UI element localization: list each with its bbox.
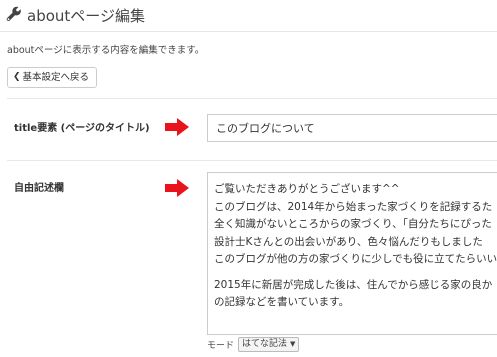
textarea-line: ご覧いただきありがとうございます^^ (214, 183, 400, 195)
mode-selected-value: はてな記法 (242, 339, 288, 349)
textarea-line: 設計士Kさんとの出会いがあり、色々悩んだりもしました (214, 235, 483, 248)
textarea-line: このブログは、2014年から始まった家づくりを記録するた (214, 200, 493, 213)
back-to-settings-button[interactable]: ❮ 基本設定へ戻る (7, 67, 98, 88)
section-divider (7, 98, 497, 99)
free-text-label: 自由記述欄 (14, 183, 64, 194)
title-input[interactable] (207, 114, 497, 142)
chevron-left-icon: ❮ (13, 72, 21, 82)
page-description: aboutページに表示する内容を編集できます。 (7, 45, 205, 56)
wrench-icon (6, 6, 21, 22)
section-divider (7, 160, 497, 161)
free-text-textarea[interactable]: ご覧いただきありがとうございます^^ このブログは、2014年から始まった家づく… (207, 172, 497, 335)
textarea-line: このブログが他の方の家づくりに少しでも役に立てたらいい (214, 253, 497, 265)
header-divider (0, 31, 497, 32)
back-button-label: 基本設定へ戻る (22, 72, 90, 83)
caret-down-icon: ▼ (290, 340, 296, 348)
mode-label: モード (207, 341, 235, 351)
textarea-line: の記録などを書いています。 (214, 296, 350, 308)
red-arrow-icon (165, 118, 189, 136)
mode-row: モード はてな記法 ▼ (207, 337, 300, 352)
textarea-line: 2015年に新居が完成した後は、住んでから感じる家の良か (214, 278, 493, 291)
red-arrow-icon (165, 179, 189, 197)
title-field-label: title要素 (ページのタイトル) (14, 123, 150, 134)
page-title: aboutページ編集 (27, 7, 145, 25)
textarea-blank-line (214, 269, 497, 277)
page-header: aboutページ編集 (0, 0, 497, 30)
textarea-line: 全く知識がないところからの家づくり、「自分たちにぴった (214, 218, 492, 230)
mode-select[interactable]: はてな記法 ▼ (238, 337, 300, 352)
